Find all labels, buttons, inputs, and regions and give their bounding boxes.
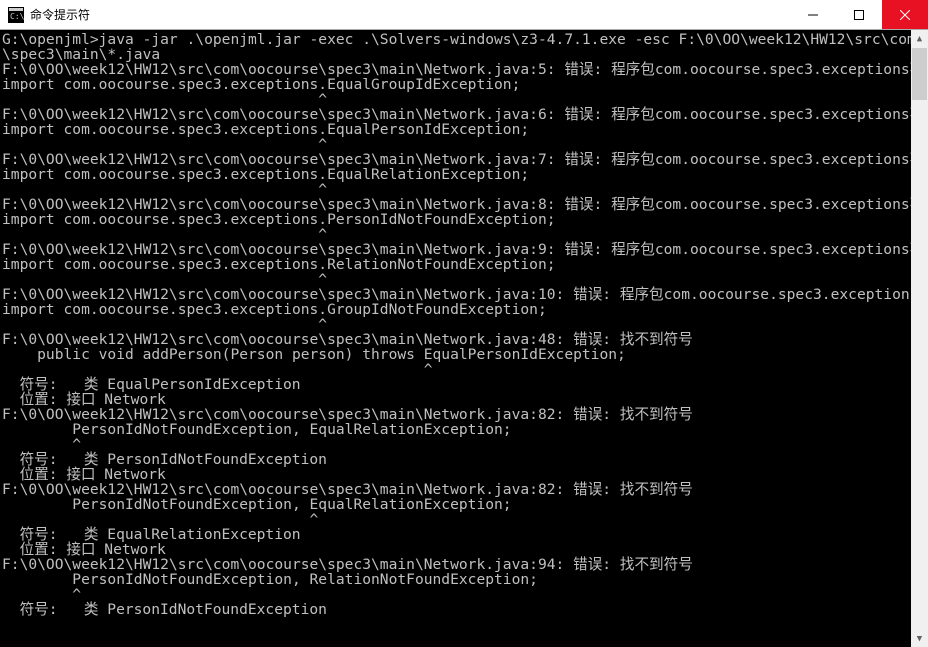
terminal-line: 符号: 类 EqualPersonIdException — [2, 377, 926, 392]
terminal-line: ^ — [2, 317, 926, 332]
terminal-line: import com.oocourse.spec3.exceptions.Gro… — [2, 302, 926, 317]
terminal-line: import com.oocourse.spec3.exceptions.Rel… — [2, 257, 926, 272]
terminal-line: 符号: 类 PersonIdNotFoundException — [2, 602, 926, 617]
terminal-line: ^ — [2, 227, 926, 242]
terminal-line: ^ — [2, 137, 926, 152]
terminal-line: 位置: 接口 Network — [2, 392, 926, 407]
terminal-line: ^ — [2, 92, 926, 107]
terminal-line: F:\0\OO\week12\HW12\src\com\oocourse\spe… — [2, 152, 926, 167]
terminal-line: 符号: 类 EqualRelationException — [2, 527, 926, 542]
terminal-line: import com.oocourse.spec3.exceptions.Equ… — [2, 122, 926, 137]
scroll-thumb[interactable] — [912, 48, 927, 100]
terminal-line: \spec3\main\*.java — [2, 47, 926, 62]
terminal-line: F:\0\OO\week12\HW12\src\com\oocourse\spe… — [2, 557, 926, 572]
terminal-line: ^ — [2, 182, 926, 197]
maximize-button[interactable] — [836, 0, 882, 29]
terminal-line: public void addPerson(Person person) thr… — [2, 347, 926, 362]
terminal-line: 位置: 接口 Network — [2, 467, 926, 482]
terminal-line: ^ — [2, 437, 926, 452]
terminal-line: import com.oocourse.spec3.exceptions.Equ… — [2, 77, 926, 92]
terminal-line: PersonIdNotFoundException, RelationNotFo… — [2, 572, 926, 587]
close-button[interactable] — [882, 0, 928, 29]
window-frame: C:\ 命令提示符 G:\openjml>java -jar .\openjml… — [0, 0, 928, 647]
svg-text:C:\: C:\ — [10, 12, 24, 21]
terminal-line: ^ — [2, 512, 926, 527]
window-controls — [790, 0, 928, 29]
terminal-line: F:\0\OO\week12\HW12\src\com\oocourse\spe… — [2, 62, 926, 77]
vertical-scrollbar[interactable]: ▲ ▼ — [911, 30, 928, 647]
terminal-line: import com.oocourse.spec3.exceptions.Per… — [2, 212, 926, 227]
terminal-line: F:\0\OO\week12\HW12\src\com\oocourse\spe… — [2, 407, 926, 422]
minimize-button[interactable] — [790, 0, 836, 29]
terminal-line: PersonIdNotFoundException, EqualRelation… — [2, 422, 926, 437]
terminal-line: 符号: 类 PersonIdNotFoundException — [2, 452, 926, 467]
terminal-line: F:\0\OO\week12\HW12\src\com\oocourse\spe… — [2, 332, 926, 347]
titlebar[interactable]: C:\ 命令提示符 — [0, 0, 928, 30]
terminal-line: ^ — [2, 587, 926, 602]
terminal-line: F:\0\OO\week12\HW12\src\com\oocourse\spe… — [2, 482, 926, 497]
terminal-line: ^ — [2, 272, 926, 287]
terminal-line: PersonIdNotFoundException, EqualRelation… — [2, 497, 926, 512]
terminal-line: F:\0\OO\week12\HW12\src\com\oocourse\spe… — [2, 287, 926, 302]
scroll-up-arrow[interactable]: ▲ — [911, 30, 928, 47]
terminal-line: G:\openjml>java -jar .\openjml.jar -exec… — [2, 32, 926, 47]
terminal-line: 位置: 接口 Network — [2, 542, 926, 557]
terminal-line: F:\0\OO\week12\HW12\src\com\oocourse\spe… — [2, 197, 926, 212]
terminal-line: import com.oocourse.spec3.exceptions.Equ… — [2, 167, 926, 182]
terminal-line: F:\0\OO\week12\HW12\src\com\oocourse\spe… — [2, 107, 926, 122]
terminal-area[interactable]: G:\openjml>java -jar .\openjml.jar -exec… — [0, 30, 928, 647]
terminal-line: ^ — [2, 362, 926, 377]
scroll-down-arrow[interactable]: ▼ — [911, 630, 928, 647]
window-title: 命令提示符 — [30, 6, 90, 23]
cmd-icon: C:\ — [8, 7, 24, 23]
terminal-line: F:\0\OO\week12\HW12\src\com\oocourse\spe… — [2, 242, 926, 257]
